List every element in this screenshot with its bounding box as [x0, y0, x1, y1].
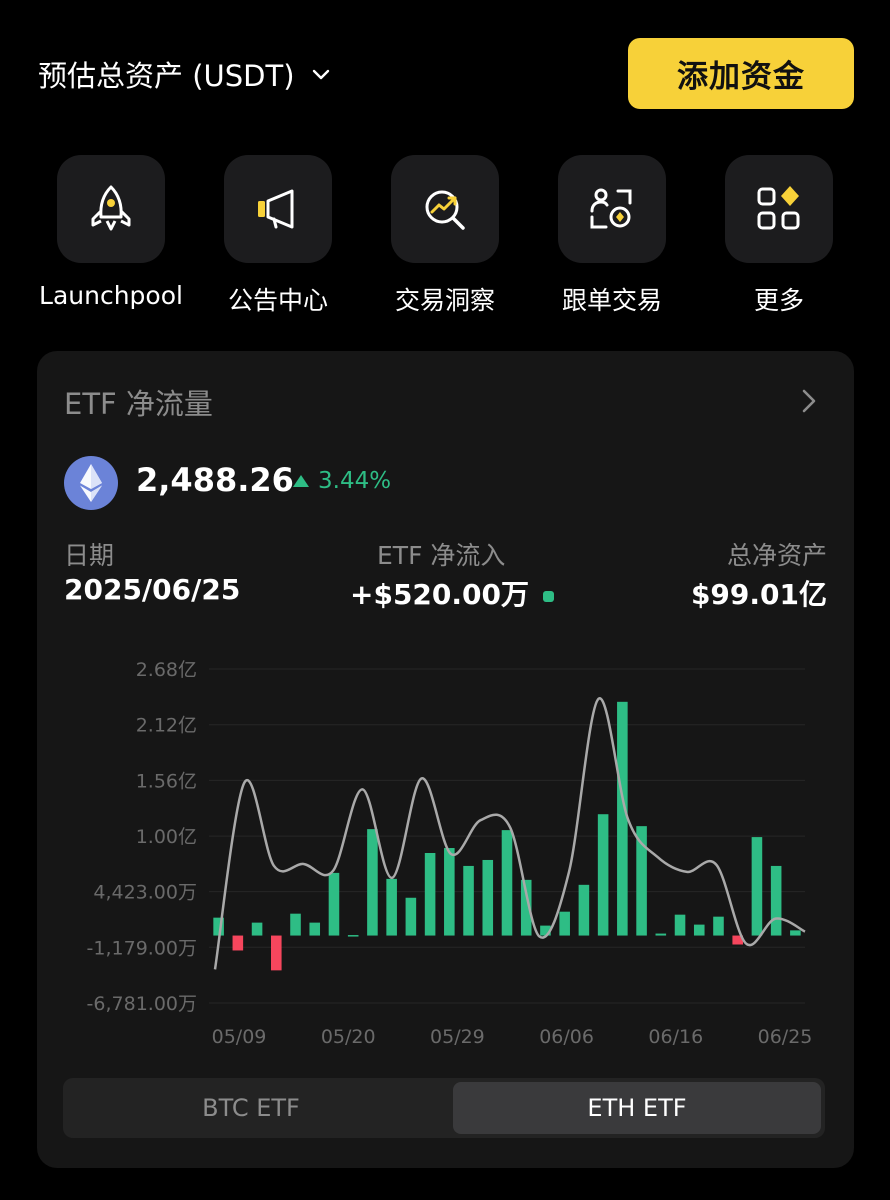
etf-type-toggle: BTC ETF ETH ETF	[63, 1078, 825, 1138]
flow-bar	[309, 922, 321, 936]
flow-bar	[405, 897, 417, 936]
flow-bar	[232, 935, 244, 951]
flow-bar	[328, 872, 340, 936]
copy-trade-icon	[590, 188, 632, 229]
flow-bar	[520, 879, 532, 936]
shortcut-row: Launchpool 公告中心 交易洞察 跟单交易 更多	[0, 155, 890, 325]
flow-bar	[271, 935, 282, 971]
asset-line	[213, 697, 806, 970]
flow-bar	[790, 930, 801, 936]
shortcut-label: 更多	[753, 286, 804, 315]
shortcut-label: 跟单交易	[561, 286, 662, 315]
shortcut-tile	[391, 155, 499, 263]
etf-flow-card: ETF 净流量 2,488.26 3.44% 日期 2025/06/25 ETF…	[37, 351, 854, 1168]
x-tick-label: 05/20	[321, 1026, 376, 1048]
flow-bar	[347, 935, 359, 937]
shortcut-announcements[interactable]: 公告中心	[193, 155, 363, 325]
x-tick-label: 05/09	[212, 1026, 267, 1048]
price-change-value: 3.44%	[318, 468, 392, 494]
tab-eth-etf[interactable]: ETH ETF	[453, 1082, 821, 1134]
date-value: 2025/06/25	[64, 573, 241, 606]
y-tick-label: -6,781.00万	[87, 993, 197, 1015]
shortcut-tile	[558, 155, 666, 263]
shortcut-tile	[224, 155, 332, 263]
more-grid-icon	[757, 186, 800, 230]
flow-bar	[444, 848, 455, 936]
flow-bar	[367, 829, 378, 936]
shortcut-trade-insight[interactable]: 交易洞察	[360, 155, 530, 325]
shortcut-copy-trading[interactable]: 跟单交易	[527, 155, 697, 325]
shortcut-label: 交易洞察	[394, 286, 495, 315]
flow-bar	[290, 913, 301, 936]
tab-btc-etf[interactable]: BTC ETF	[67, 1082, 435, 1134]
flow-bar	[674, 914, 686, 936]
flow-bar	[597, 814, 609, 936]
flow-bar	[424, 853, 436, 936]
flow-bar	[732, 935, 743, 945]
flow-bar	[540, 925, 551, 936]
y-tick-label: 2.68亿	[136, 659, 197, 681]
megaphone-icon	[258, 189, 294, 229]
flow-bar	[751, 837, 763, 936]
inflow-value-group: +$520.00万	[350, 573, 554, 613]
flow-bar	[559, 911, 570, 936]
flow-bar	[617, 701, 628, 936]
price-change: 3.44%	[292, 468, 391, 494]
shortcut-tile	[57, 155, 165, 263]
insight-icon	[425, 190, 465, 230]
shortcut-tile	[725, 155, 833, 263]
flow-bar	[578, 884, 590, 936]
shortcut-launchpool[interactable]: Launchpool	[26, 155, 196, 325]
y-tick-label: -1,179.00万	[87, 937, 197, 959]
x-tick-label: 05/29	[430, 1026, 485, 1048]
shortcut-label: Launchpool	[39, 281, 183, 310]
flow-bar	[463, 865, 474, 936]
chevron-down-icon	[312, 69, 329, 80]
estimated-assets-title: 预估总资产 (USDT)	[38, 59, 295, 93]
flow-bar	[770, 865, 782, 936]
eth-logo-icon	[64, 456, 118, 510]
flow-bar	[213, 917, 224, 936]
shortcut-label: 公告中心	[227, 286, 328, 315]
y-tick-label: 1.00亿	[136, 826, 197, 848]
flow-bar	[482, 859, 494, 936]
inflow-value: +$520.00万	[350, 578, 529, 611]
nav-value: $99.01亿	[690, 578, 827, 611]
flow-bar	[636, 826, 647, 936]
x-tick-label: 06/06	[539, 1026, 594, 1048]
card-title: ETF 净流量	[64, 387, 213, 421]
rocket-icon	[91, 185, 131, 231]
flow-bar	[655, 933, 667, 936]
inflow-label: ETF 净流入	[377, 541, 506, 570]
x-tick-label: 06/16	[648, 1026, 703, 1048]
flow-bar	[693, 924, 705, 936]
flow-bar	[713, 916, 724, 936]
y-tick-label: 2.12亿	[136, 715, 197, 737]
shortcut-more[interactable]: 更多	[694, 155, 864, 325]
header: 预估总资产 (USDT) 添加资金	[0, 0, 890, 140]
inflow-dot	[543, 590, 554, 602]
eth-price: 2,488.26	[136, 461, 294, 499]
y-tick-label: 1.56亿	[136, 770, 197, 792]
estimated-assets-selector[interactable]: 预估总资产 (USDT)	[38, 50, 333, 98]
flow-bar	[251, 922, 263, 936]
date-label: 日期	[64, 541, 115, 570]
y-tick-label: 4,423.00万	[93, 882, 197, 904]
x-tick-label: 06/25	[758, 1026, 813, 1048]
add-funds-button[interactable]: 添加资金	[628, 38, 854, 109]
triangle-up-icon	[293, 475, 309, 487]
flow-bar	[501, 830, 513, 936]
nav-label: 总净资产	[726, 541, 827, 570]
chevron-right-icon[interactable]	[797, 387, 821, 415]
flow-bar	[386, 878, 397, 936]
